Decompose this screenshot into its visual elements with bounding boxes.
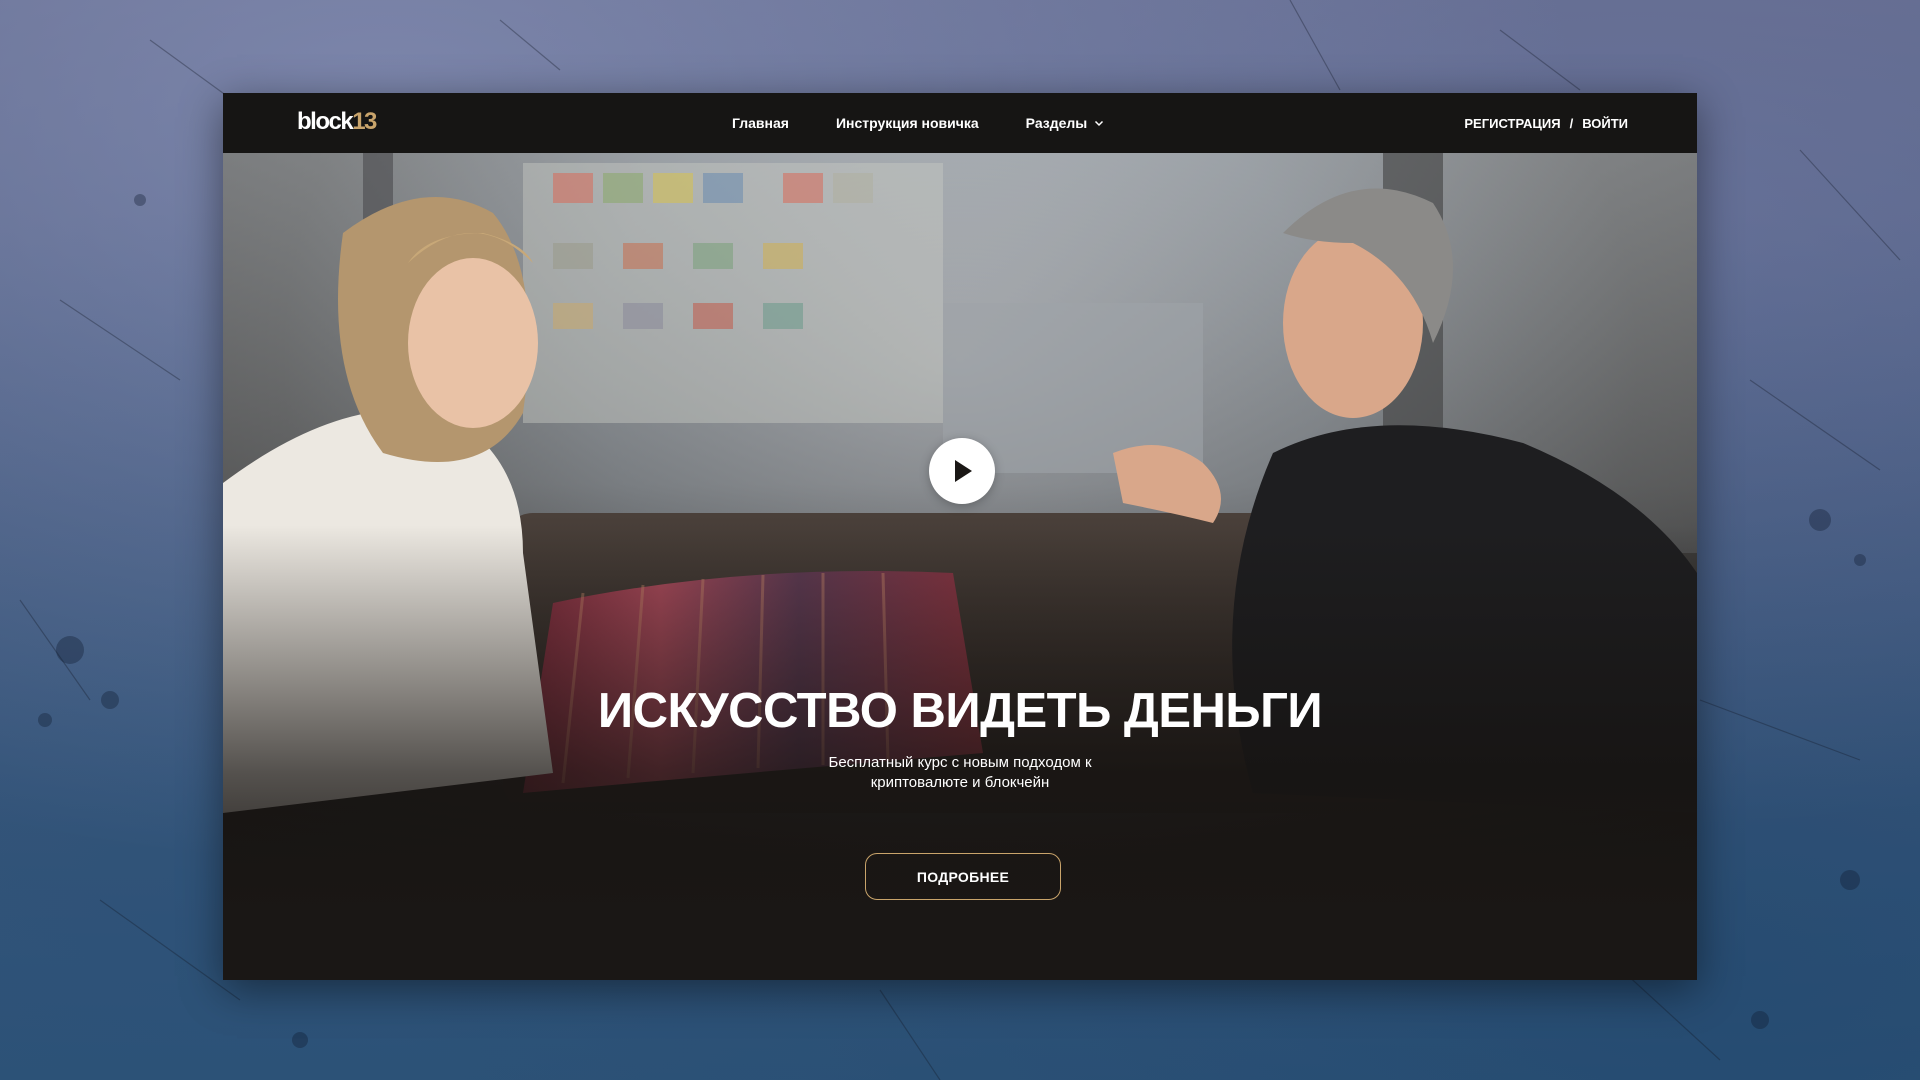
register-link[interactable]: РЕГИСТРАЦИЯ <box>1464 116 1560 131</box>
nav-item-sections[interactable]: Разделы <box>1026 115 1105 131</box>
navbar: block13 Главная Инструкция новичка Разде… <box>223 93 1697 153</box>
auth-separator: / <box>1569 115 1574 131</box>
logo-number: 13 <box>352 108 377 135</box>
nav-item-home[interactable]: Главная <box>732 115 789 131</box>
logo-text: block <box>297 108 354 135</box>
hero-title: ИСКУССТВО ВИДЕТЬ ДЕНЬГИ <box>597 684 1323 738</box>
nav-item-sections-label: Разделы <box>1025 115 1088 131</box>
website-frame: block13 Главная Инструкция новичка Разде… <box>223 93 1697 980</box>
logo[interactable]: block13 <box>297 108 377 136</box>
login-link[interactable]: ВОЙТИ <box>1582 116 1628 131</box>
hero-subtitle: Бесплатный курс с новым подходом к крипт… <box>223 753 1697 793</box>
hero-subtitle-line-1: Бесплатный курс с новым подходом к <box>828 754 1092 771</box>
learn-more-button[interactable]: ПОДРОБНЕЕ <box>865 853 1061 900</box>
chevron-down-icon <box>1095 120 1104 127</box>
play-icon <box>955 460 972 482</box>
nav-item-beginner-guide[interactable]: Инструкция новичка <box>836 115 979 131</box>
main-nav: Главная Инструкция новичка Разделы <box>732 93 1104 153</box>
hero-subtitle-line-2: криптовалюте и блокчейн <box>870 774 1050 791</box>
hero-section: ИСКУССТВО ВИДЕТЬ ДЕНЬГИ Бесплатный курс … <box>223 153 1697 980</box>
play-video-button[interactable] <box>929 438 995 504</box>
auth-links: РЕГИСТРАЦИЯ / ВОЙТИ <box>1464 93 1628 153</box>
